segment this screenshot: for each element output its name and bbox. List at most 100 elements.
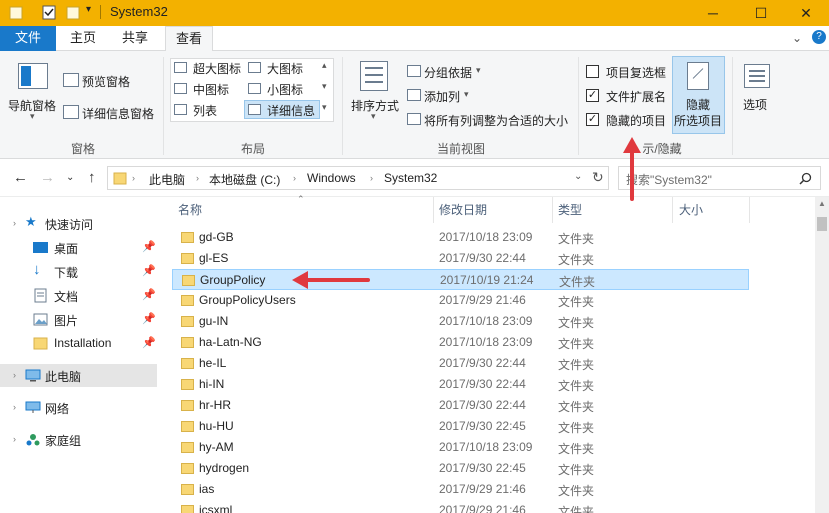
file-row[interactable]: ias 2017/9/29 21:46 文件夹 xyxy=(172,479,749,500)
vertical-scrollbar[interactable]: ▲ xyxy=(815,197,829,513)
group-by-dropdown-icon[interactable]: ▾ xyxy=(476,65,481,76)
gallery-up-icon[interactable]: ▴ xyxy=(322,60,327,71)
back-arrow-icon[interactable]: ← xyxy=(13,169,28,186)
file-row[interactable]: gu-IN 2017/10/18 23:09 文件夹 xyxy=(172,311,749,332)
up-arrow-icon[interactable]: ↑ xyxy=(88,169,96,186)
nav-installation[interactable]: Installation 📌 xyxy=(0,332,157,355)
expand-chevron-icon[interactable]: › xyxy=(13,402,16,412)
nav-network[interactable]: › 网络 xyxy=(0,396,157,419)
nav-desktop-label: 桌面 xyxy=(54,242,79,256)
expand-chevron-icon[interactable]: › xyxy=(13,370,16,380)
nav-pane-dropdown-icon[interactable]: ▾ xyxy=(30,111,35,122)
nav-documents[interactable]: 文档 📌 xyxy=(0,284,157,307)
breadcrumb-windows[interactable]: Windows xyxy=(307,171,356,185)
breadcrumb-chevron-icon[interactable]: › xyxy=(293,173,296,183)
breadcrumb-system32[interactable]: System32 xyxy=(384,171,437,185)
new-folder-icon[interactable] xyxy=(66,4,80,21)
hidden-items-checkbox[interactable]: ✓ xyxy=(586,113,599,126)
file-name: hydrogen xyxy=(199,461,250,475)
file-row[interactable]: icsxml 2017/9/29 21:46 文件夹 xyxy=(172,500,749,513)
item-checkboxes-checkbox[interactable] xyxy=(586,65,599,78)
pin-icon[interactable]: 📌 xyxy=(142,264,156,277)
layout-large-icons[interactable]: 大图标 xyxy=(267,60,303,77)
layout-details[interactable]: 详细信息 xyxy=(267,102,315,119)
details-icon xyxy=(248,104,261,115)
details-pane-button[interactable]: 详细信息窗格 xyxy=(82,105,154,122)
options-button[interactable]: 选项 xyxy=(743,96,767,113)
column-size[interactable]: 大小 xyxy=(679,197,703,223)
recent-dropdown-icon[interactable]: ⌄ xyxy=(66,172,74,183)
file-row[interactable]: hydrogen 2017/9/30 22:45 文件夹 xyxy=(172,458,749,479)
file-row[interactable]: GroupPolicyUsers 2017/9/29 21:46 文件夹 xyxy=(172,290,749,311)
tab-view[interactable]: 查看 xyxy=(165,26,213,52)
file-date: 2017/9/30 22:44 xyxy=(439,377,526,391)
nav-this-pc[interactable]: › 此电脑 xyxy=(0,364,157,387)
breadcrumb-chevron-icon[interactable]: › xyxy=(132,173,135,183)
file-row[interactable]: hu-HU 2017/9/30 22:45 文件夹 xyxy=(172,416,749,437)
tab-home[interactable]: 主页 xyxy=(60,26,106,51)
add-columns-dropdown-icon[interactable]: ▾ xyxy=(464,89,469,100)
file-row[interactable]: hy-AM 2017/10/18 23:09 文件夹 xyxy=(172,437,749,458)
forward-arrow-icon[interactable]: → xyxy=(40,169,55,186)
address-bar[interactable]: › 此电脑 › 本地磁盘 (C:) › Windows › System32 ⌄… xyxy=(107,166,609,190)
gallery-more-icon[interactable]: ▾ xyxy=(322,102,327,113)
refresh-icon[interactable]: ↻ xyxy=(592,169,604,186)
nav-desktop[interactable]: 桌面 📌 xyxy=(0,236,157,259)
layout-small-icons[interactable]: 小图标 xyxy=(267,81,303,98)
address-dropdown-icon[interactable]: ⌄ xyxy=(574,171,582,182)
file-row[interactable]: gd-GB 2017/10/18 23:09 文件夹 xyxy=(172,227,749,248)
add-columns-button[interactable]: 添加列 xyxy=(424,88,460,105)
pin-icon[interactable]: 📌 xyxy=(142,288,156,301)
ribbon-collapse-icon[interactable]: ⌄ xyxy=(792,31,802,45)
nav-homegroup[interactable]: › 家庭组 xyxy=(0,428,157,451)
column-separator[interactable] xyxy=(672,197,673,223)
search-box[interactable]: 搜索"System32" xyxy=(618,166,821,190)
gallery-down-icon[interactable]: ▾ xyxy=(322,81,327,92)
breadcrumb-chevron-icon[interactable]: › xyxy=(370,173,373,183)
maximize-button[interactable]: ☐ xyxy=(738,0,784,26)
column-separator[interactable] xyxy=(749,197,750,223)
collapse-chevron-icon[interactable]: › xyxy=(13,218,16,228)
preview-pane-button[interactable]: 预览窗格 xyxy=(82,73,130,90)
breadcrumb-chevron-icon[interactable]: › xyxy=(196,173,199,183)
search-icon[interactable] xyxy=(799,172,812,185)
nav-quick-access[interactable]: › ★ 快速访问 xyxy=(0,212,157,235)
file-row[interactable]: GroupPolicy 2017/10/19 21:24 文件夹 xyxy=(172,269,749,290)
column-date[interactable]: 修改日期 xyxy=(439,197,487,223)
layout-xl-icons[interactable]: 超大图标 xyxy=(193,60,241,77)
breadcrumb-local-disk[interactable]: 本地磁盘 (C:) xyxy=(209,171,280,188)
breadcrumb-this-pc[interactable]: 此电脑 xyxy=(149,171,185,188)
tab-file[interactable]: 文件 xyxy=(0,26,56,51)
tab-share[interactable]: 共享 xyxy=(112,26,158,51)
file-row[interactable]: he-IL 2017/9/30 22:44 文件夹 xyxy=(172,353,749,374)
help-icon[interactable]: ? xyxy=(812,30,826,44)
hide-selected-icon xyxy=(687,62,709,90)
quick-access-dropdown-icon[interactable]: ▾ xyxy=(86,4,91,21)
minimize-button[interactable]: ─ xyxy=(690,0,736,26)
fit-columns-button[interactable]: 将所有列调整为合适的大小 xyxy=(424,112,568,129)
scroll-up-icon[interactable]: ▲ xyxy=(818,199,826,208)
pin-icon[interactable]: 📌 xyxy=(142,336,156,349)
file-row[interactable]: gl-ES 2017/9/30 22:44 文件夹 xyxy=(172,248,749,269)
column-separator[interactable] xyxy=(552,197,553,223)
pin-icon[interactable]: 📌 xyxy=(142,312,156,325)
column-name[interactable]: 名称 xyxy=(178,197,202,223)
properties-icon[interactable] xyxy=(42,4,56,21)
nav-downloads[interactable]: ↓ 下载 📌 xyxy=(0,260,157,283)
group-by-button[interactable]: 分组依据 xyxy=(424,64,472,81)
scrollbar-thumb[interactable] xyxy=(817,217,827,231)
file-row[interactable]: hi-IN 2017/9/30 22:44 文件夹 xyxy=(172,374,749,395)
expand-chevron-icon[interactable]: › xyxy=(13,434,16,444)
column-separator[interactable] xyxy=(433,197,434,223)
file-extensions-checkbox[interactable]: ✓ xyxy=(586,89,599,102)
file-row[interactable]: ha-Latn-NG 2017/10/18 23:09 文件夹 xyxy=(172,332,749,353)
pin-icon[interactable]: 📌 xyxy=(142,240,156,253)
close-button[interactable]: ✕ xyxy=(783,0,829,26)
desktop-icon xyxy=(33,242,48,253)
sort-by-dropdown-icon[interactable]: ▾ xyxy=(371,111,376,122)
file-row[interactable]: hr-HR 2017/9/30 22:44 文件夹 xyxy=(172,395,749,416)
layout-list[interactable]: 列表 xyxy=(193,102,217,119)
column-type[interactable]: 类型 xyxy=(558,197,582,223)
layout-medium-icons[interactable]: 中图标 xyxy=(193,81,229,98)
nav-pictures[interactable]: 图片 📌 xyxy=(0,308,157,331)
